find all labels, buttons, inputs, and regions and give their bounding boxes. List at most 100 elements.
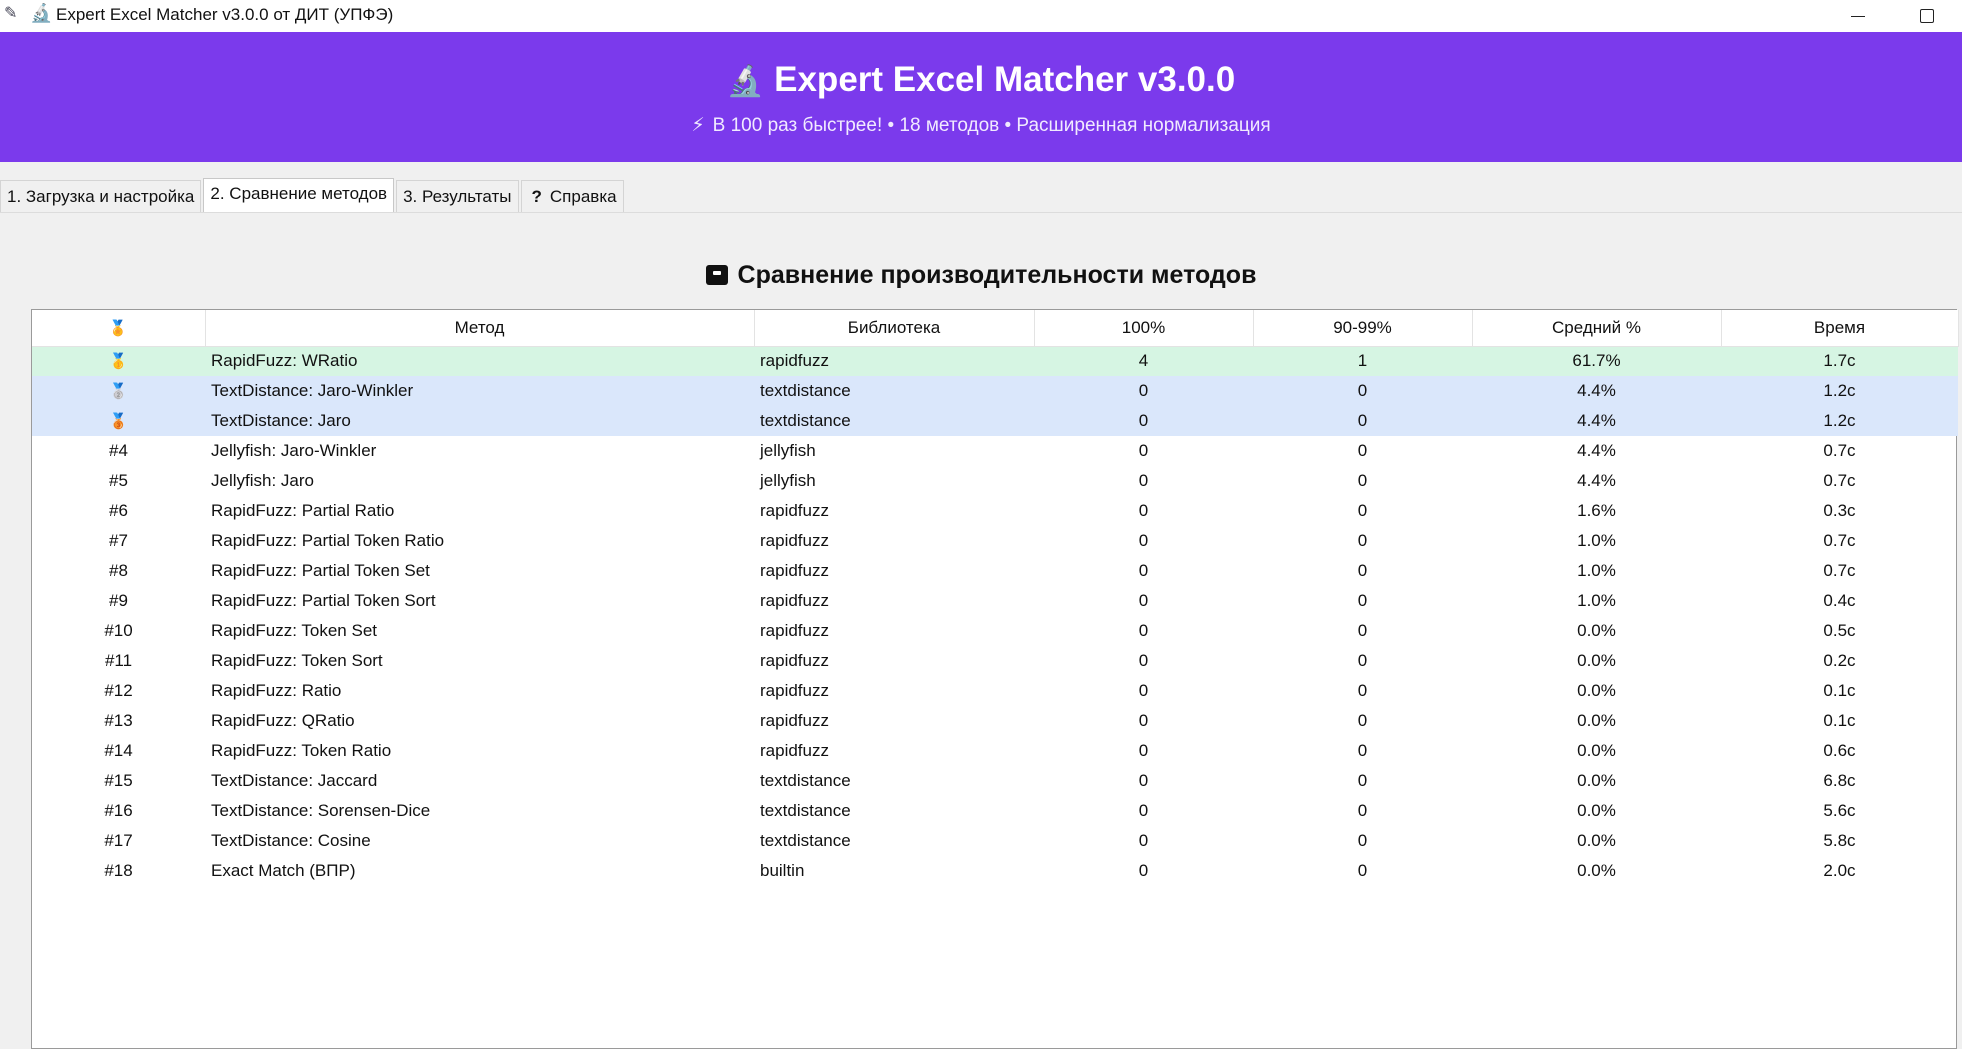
minimize-button[interactable] (1823, 0, 1893, 32)
gold-medal-icon: 🥇 (32, 346, 205, 376)
tab-results[interactable]: 3. Результаты (396, 180, 519, 212)
average-percent-cell: 4.4% (1577, 471, 1616, 490)
exact-100-cell: 0 (1138, 651, 1149, 670)
time-cell: 1.7с (1721, 346, 1958, 376)
table-row[interactable]: #13 RapidFuzz: QRatio rapidfuzz 0 0 0.0% 0.1с (32, 706, 1958, 736)
bronze-medal-icon: 🥉 (32, 406, 205, 436)
exact-100-cell: 0 (1138, 861, 1149, 880)
method-cell: TextDistance: Sorensen-Dice (211, 801, 431, 820)
app-header: 🔬 Expert Excel Matcher v3.0.0 ⚡ В 100 раз … (0, 32, 1962, 162)
table-row[interactable]: #6 RapidFuzz: Partial Ratio rapidfuzz 0 0 1.6… (32, 496, 1958, 526)
exact-100-cell: 0 (1138, 801, 1149, 820)
column-header-method[interactable]: Метод (205, 310, 755, 347)
average-percent-cell: 0.0% (1577, 711, 1616, 730)
tab-upload-settings[interactable]: 1. Загрузка и настройка (0, 180, 202, 212)
table-row[interactable]: #12 RapidFuzz: Ratio rapidfuzz 0 0 0.0% 0.1с (32, 676, 1958, 706)
table-row[interactable]: 🥈 TextDistance: Jaro-Winkler textdistance 0… (32, 376, 1958, 406)
library-cell: textdistance (754, 376, 1034, 406)
exact-100-cell: 0 (1138, 561, 1149, 580)
table-row[interactable]: #15 TextDistance: Jaccard textdistance 0 0 0.… (32, 766, 1958, 796)
section-title-text: Сравнение производительности методов (737, 261, 1257, 289)
range-90-99-cell: 0 (1357, 741, 1368, 760)
time-cell: 0.7с (1823, 441, 1856, 460)
library-cell: rapidfuzz (760, 501, 829, 520)
exact-100-cell: 0 (1138, 591, 1149, 610)
rank-cell: #5 (109, 471, 128, 490)
methods-table[interactable]: 🏅 Метод Библиотека 100% 90-99% Средний %… (31, 309, 1959, 1049)
tab-help[interactable]: ? Справка (520, 180, 624, 212)
library-cell: textdistance (760, 801, 851, 820)
method-cell: TextDistance: Jaro-Winkler (205, 376, 754, 406)
rank-cell: #8 (109, 561, 128, 580)
table-row[interactable]: #9 RapidFuzz: Partial Token Sort rapidfuzz… (32, 586, 1958, 616)
section-title: Сравнение производительности методов (0, 261, 1962, 290)
method-cell: RapidFuzz: Partial Token Set (211, 561, 430, 580)
range-90-99-cell: 0 (1357, 531, 1368, 550)
exact-100-cell: 0 (1138, 471, 1149, 490)
method-cell: RapidFuzz: Partial Token Ratio (211, 531, 445, 550)
average-percent-cell: 0.0% (1577, 801, 1616, 820)
table-row[interactable]: #14 RapidFuzz: Token Ratio rapidfuzz 0 0 0.0%… (32, 736, 1958, 766)
library-cell: textdistance (760, 831, 851, 850)
table-row[interactable]: #8 RapidFuzz: Partial Token Set rapidfuzz 0… (32, 556, 1958, 586)
exact-100-cell: 0 (1034, 376, 1253, 406)
minimize-icon (1851, 15, 1865, 17)
app-title: 🔬 Expert Excel Matcher v3.0.0 (0, 60, 1962, 100)
method-cell: RapidFuzz: Token Ratio (211, 741, 392, 760)
range-90-99-cell: 0 (1357, 621, 1368, 640)
method-cell: RapidFuzz: Ratio (211, 681, 342, 700)
average-percent-cell: 0.0% (1577, 741, 1616, 760)
table-row[interactable]: #5 Jellyfish: Jaro jellyfish 0 0 4.4% 0.7с (32, 466, 1958, 496)
range-90-99-cell: 0 (1357, 651, 1368, 670)
rank-cell: #16 (104, 801, 133, 820)
table-row[interactable]: 🥉 TextDistance: Jaro textdistance 0 0 4.4% 1.2… (32, 406, 1958, 436)
rank-cell: #9 (109, 591, 128, 610)
exact-100-cell: 0 (1138, 441, 1149, 460)
box-icon (705, 265, 728, 285)
tab-label: 3. Результаты (403, 186, 512, 206)
time-cell: 5.6с (1823, 801, 1856, 820)
table-row[interactable]: #10 RapidFuzz: Token Set rapidfuzz 0 0 0.0% 0.… (32, 616, 1958, 646)
range-90-99-cell: 0 (1357, 561, 1368, 580)
time-cell: 0.5с (1823, 621, 1856, 640)
range-90-99-cell: 0 (1357, 681, 1368, 700)
table-row[interactable]: #16 TextDistance: Sorensen-Dice textdistan… (32, 796, 1958, 826)
time-cell: 0.7с (1823, 471, 1856, 490)
lightning-icon: ⚡ (691, 115, 705, 136)
time-cell: 6.8с (1823, 771, 1856, 790)
table-row[interactable]: #17 TextDistance: Cosine textdistance 0 0 0.0… (32, 826, 1958, 856)
table-row[interactable]: #18 Exact Match (ВПР) builtin 0 0 0.0% 2.0с (32, 856, 1958, 886)
column-header-100[interactable]: 100% (1034, 310, 1254, 347)
method-cell: RapidFuzz: Partial Token Sort (211, 591, 436, 610)
average-percent-cell: 0.0% (1577, 651, 1616, 670)
column-header-library[interactable]: Библиотека (754, 310, 1035, 347)
average-percent-cell: 0.0% (1577, 621, 1616, 640)
column-header-average[interactable]: Средний % (1472, 310, 1722, 347)
column-header-time[interactable]: Время (1721, 310, 1959, 347)
question-icon: ? (531, 186, 542, 206)
table-row[interactable]: #11 RapidFuzz: Token Sort rapidfuzz 0 0 0.0% 0… (32, 646, 1958, 676)
column-header-90-99[interactable]: 90-99% (1253, 310, 1473, 347)
average-percent-cell: 4.4% (1472, 376, 1721, 406)
microscope-icon: 🔬 (726, 65, 765, 98)
table-row[interactable]: #4 Jellyfish: Jaro-Winkler jellyfish 0 0 4.4%… (32, 436, 1958, 466)
average-percent-cell: 1.0% (1577, 591, 1616, 610)
exact-100-cell: 0 (1138, 531, 1149, 550)
table-header-row: 🏅 Метод Библиотека 100% 90-99% Средний %… (32, 310, 1959, 347)
method-cell: RapidFuzz: WRatio (205, 346, 754, 376)
methods-comparison-pane: Сравнение производительности методов 🏅 М… (0, 212, 1962, 1049)
range-90-99-cell: 0 (1357, 501, 1368, 520)
library-cell: rapidfuzz (760, 621, 829, 640)
average-percent-cell: 1.0% (1577, 561, 1616, 580)
table-row[interactable]: #7 RapidFuzz: Partial Token Ratio rapidfuz… (32, 526, 1958, 556)
range-90-99-cell: 0 (1253, 376, 1472, 406)
time-cell: 0.4с (1823, 591, 1856, 610)
method-cell: Jellyfish: Jaro (211, 471, 314, 490)
tab-label: 2. Сравнение методов (210, 184, 388, 203)
range-90-99-cell: 0 (1357, 861, 1368, 880)
table-row[interactable]: 🥇 RapidFuzz: WRatio rapidfuzz 4 1 61.7% 1.7с (32, 346, 1958, 376)
tab-methods-comparison[interactable]: 2. Сравнение методов (203, 178, 395, 212)
exact-100-cell: 0 (1138, 711, 1149, 730)
column-header-rank[interactable]: 🏅 (32, 310, 206, 347)
maximize-button[interactable] (1892, 0, 1962, 32)
